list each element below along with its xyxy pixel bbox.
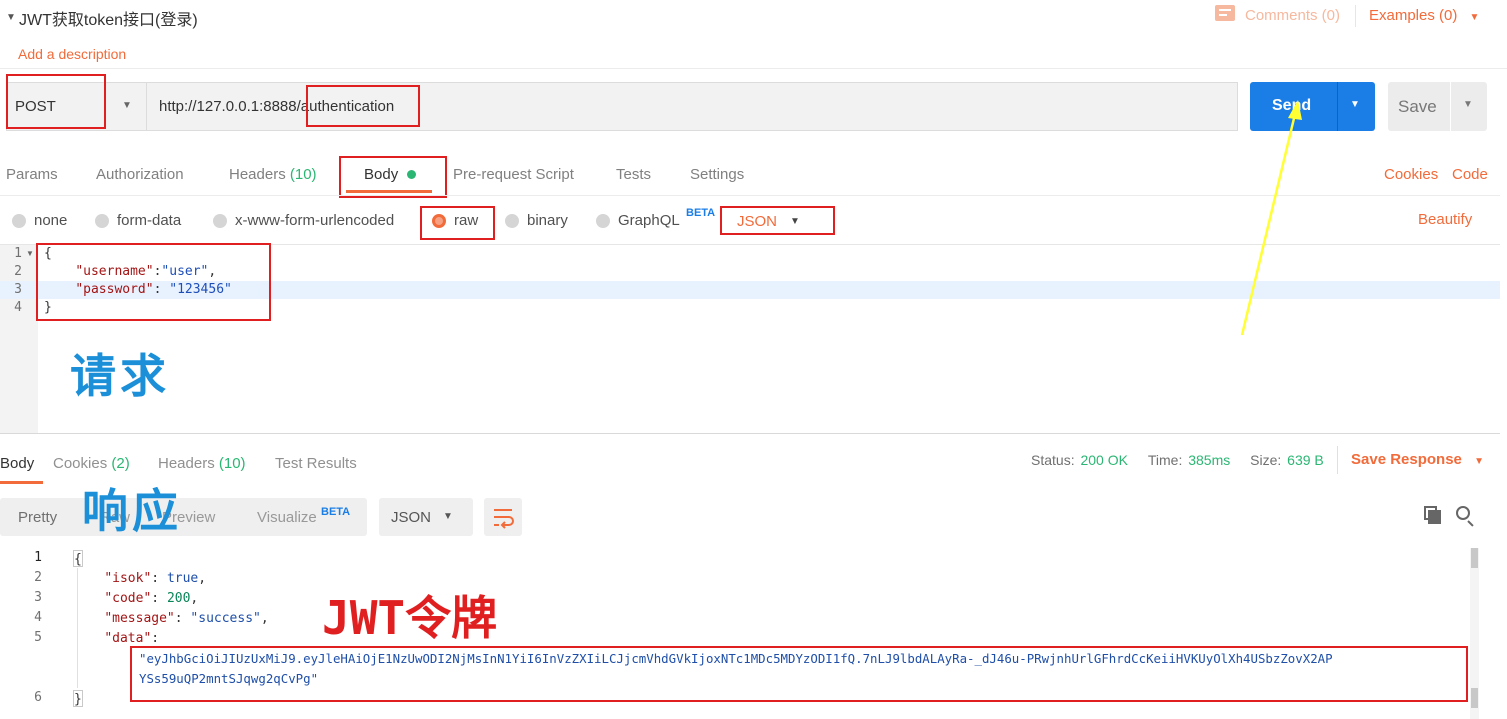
annotation-arrow: [1240, 100, 1302, 336]
